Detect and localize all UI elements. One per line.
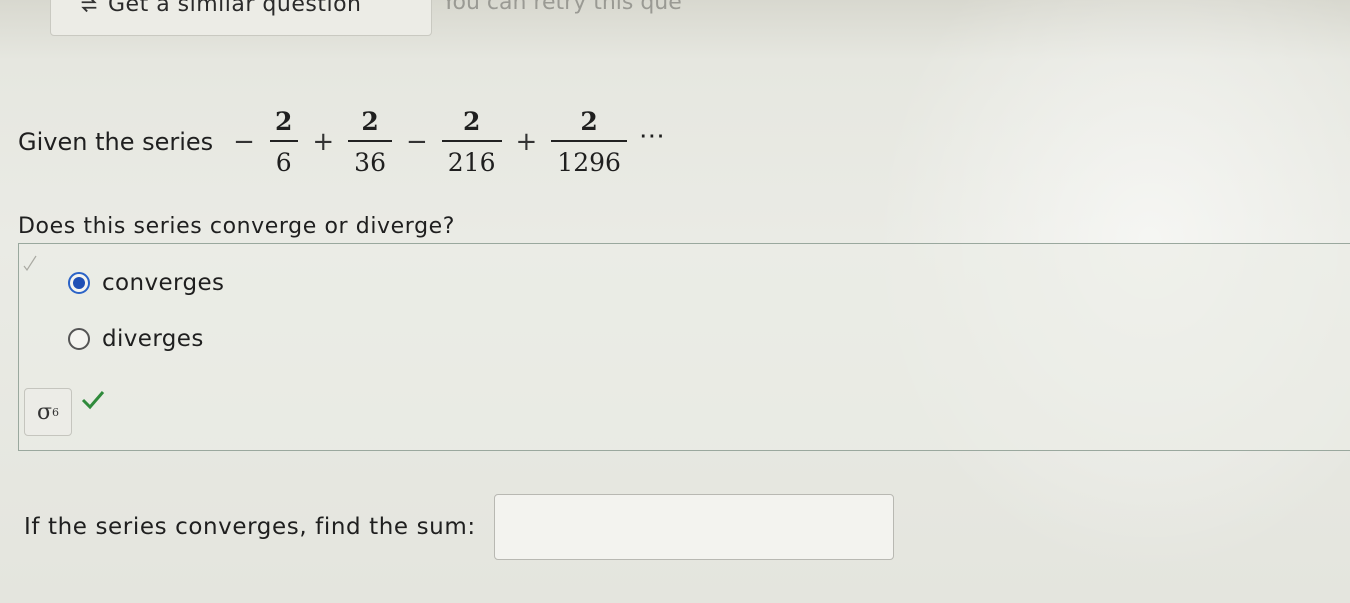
refresh-icon [81,0,97,12]
option-label: converges [102,270,225,296]
tool-superscript: 6 [52,405,60,419]
term-denominator: 6 [269,140,298,177]
radio-diverges[interactable] [68,328,90,350]
sum-input[interactable] [493,494,894,560]
term-numerator: 2 [580,107,598,136]
term-fraction: 2 36 [348,107,392,177]
term-sign: + [312,127,335,157]
convergence-question: Does this series converge or diverge? [18,214,456,239]
tool-symbol: σ [36,399,53,425]
term-denominator: 216 [441,140,502,177]
math-tool-button[interactable]: σ6 [24,388,72,436]
term-fraction: 2 1296 [551,107,627,177]
term-numerator: 2 [361,107,379,136]
retry-text: You can retry this que [442,0,682,15]
series-ellipsis: ⋯ [638,121,667,151]
series-expression: − 2 6 + 2 36 − 2 216 + 2 1296 ⋯ [223,107,667,177]
series-statement: Given the series − 2 6 + 2 36 − 2 216 + … [18,92,667,192]
term-numerator: 2 [462,107,481,136]
sum-row: If the series converges, find the sum: [24,494,894,560]
correct-check-icon [81,391,105,410]
similar-question-label: Get a similar question [108,0,362,17]
sum-label: If the series converges, find the sum: [24,514,476,540]
term-sign: − [405,127,428,157]
option-diverges[interactable]: diverges [68,326,204,352]
option-label: diverges [102,326,204,352]
radio-converges[interactable] [68,272,90,294]
term-fraction: 2 6 [269,107,298,177]
term-fraction: 2 216 [441,107,502,177]
term-sign: − [233,127,255,157]
similar-question-button[interactable]: Get a similar question [78,0,361,17]
corner-mark-icon [22,254,38,282]
series-intro: Given the series [18,128,214,156]
term-denominator: 36 [348,140,392,177]
term-denominator: 1296 [551,140,627,177]
option-converges[interactable]: converges [68,270,224,296]
term-sign: + [515,127,538,157]
term-numerator: 2 [274,107,293,136]
